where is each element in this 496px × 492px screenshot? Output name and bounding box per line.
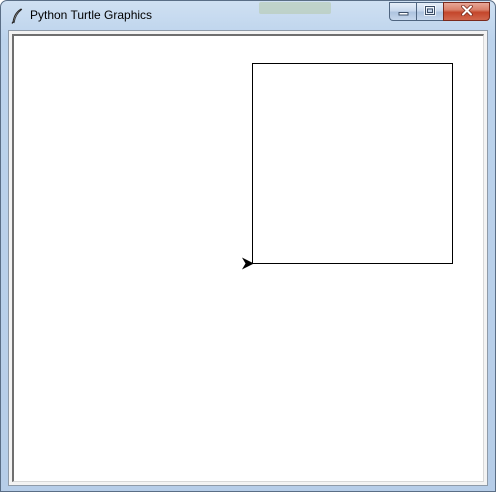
- turtle-graphics-window: Python Turtle Graphics: [0, 0, 496, 492]
- background-window-tab: [259, 2, 331, 14]
- close-icon: [460, 3, 473, 21]
- minimize-button[interactable]: [389, 2, 416, 21]
- drawing-canvas[interactable]: [12, 34, 484, 482]
- canvas-frame: [8, 30, 488, 486]
- feather-quill-icon[interactable]: [10, 8, 24, 24]
- minimize-icon: [398, 3, 409, 21]
- maximize-button[interactable]: [416, 2, 443, 21]
- window-controls: [389, 2, 490, 21]
- maximize-icon: [424, 3, 436, 21]
- close-button[interactable]: [443, 2, 490, 21]
- window-title: Python Turtle Graphics: [30, 8, 153, 22]
- drawn-square: [252, 63, 453, 264]
- title-bar[interactable]: Python Turtle Graphics: [1, 1, 495, 30]
- turtle-drawing: [241, 63, 453, 270]
- arrow-cursor-icon: [241, 257, 254, 270]
